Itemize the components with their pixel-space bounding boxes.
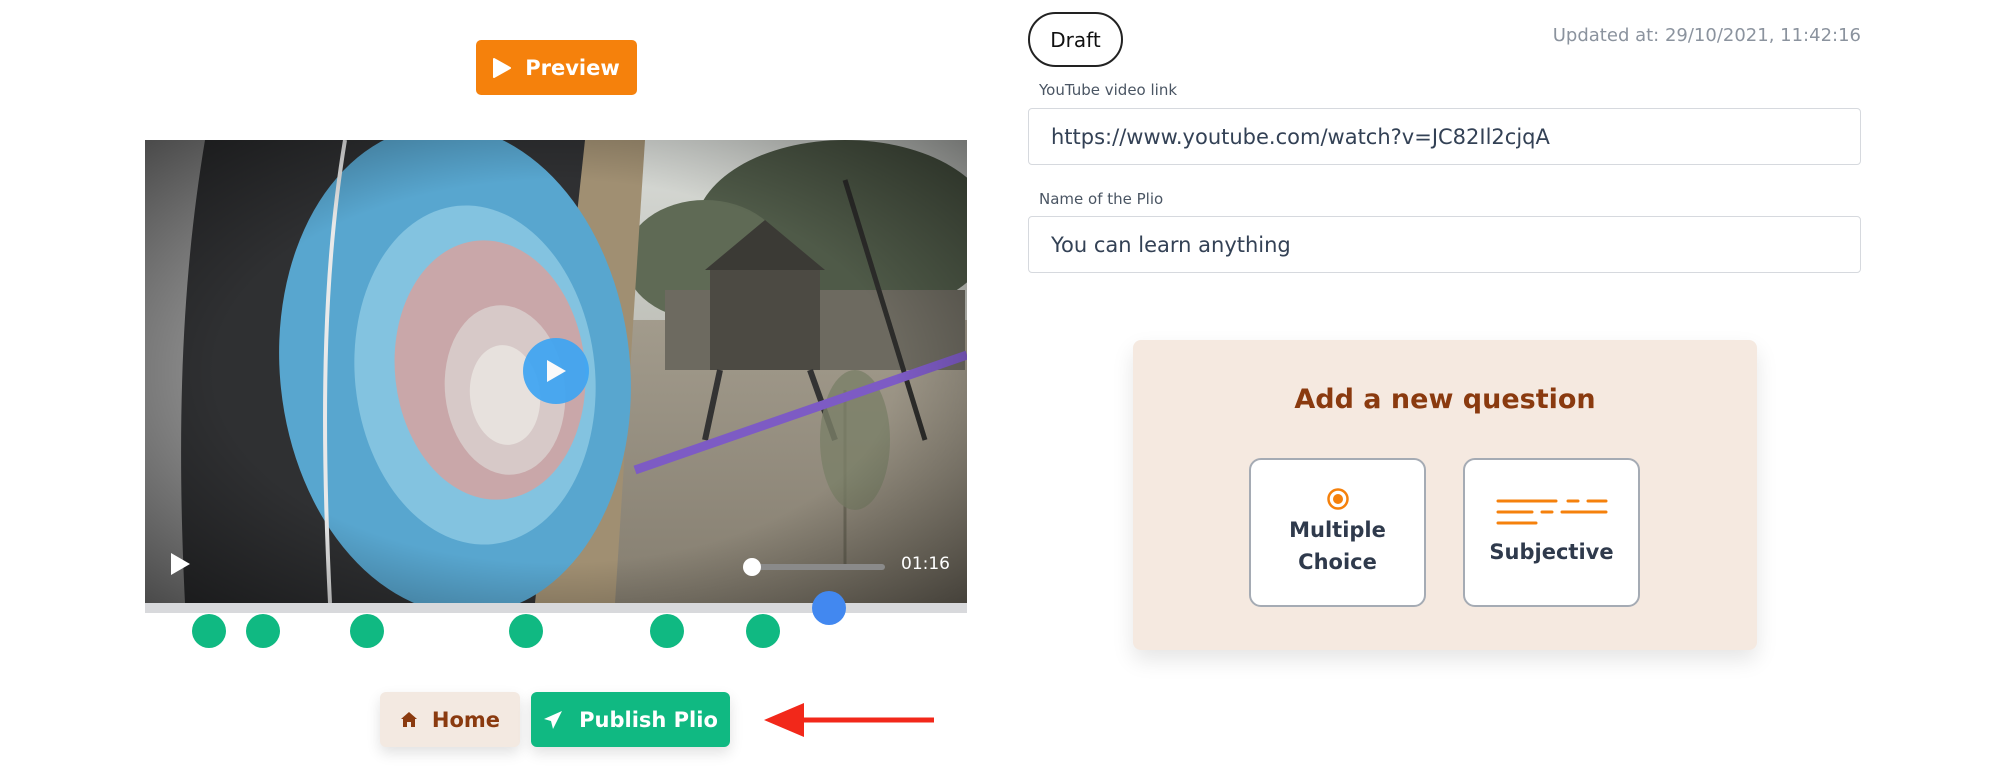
home-icon [400,712,417,727]
home-label: Home [431,707,501,732]
multiple-choice-button[interactable]: Multiple Choice [1249,458,1426,607]
seek-knob[interactable] [743,558,761,576]
plio-name-value: You can learn anything [1051,232,1291,257]
subjective-label: Subjective [1489,539,1614,564]
video-link-input[interactable]: https://www.youtube.com/watch?v=JC82Il2c… [1028,108,1861,165]
play-icon [493,57,512,78]
draft-label: Draft [1050,27,1101,52]
seek-bar[interactable] [754,564,885,570]
timeline-playhead[interactable] [812,591,846,625]
home-button[interactable]: Home [380,692,520,747]
question-marker[interactable] [746,614,780,648]
plio-name-label: Name of the Plio [1039,190,1164,208]
add-question-title: Add a new question [1294,384,1596,415]
play-icon [547,360,566,382]
question-marker[interactable] [192,614,226,648]
video-link-label: YouTube video link [1039,81,1178,99]
publish-button[interactable]: Publish Plio [531,692,730,747]
question-marker[interactable] [350,614,384,648]
updated-timestamp: Updated at: 29/10/2021, 11:42:16 [1552,25,1861,46]
play-icon[interactable] [169,552,191,576]
publish-label: Publish Plio [579,707,718,732]
big-play-button[interactable] [523,338,589,404]
multiple-choice-label-line2: Choice [1298,549,1377,574]
question-marker[interactable] [246,614,280,648]
send-icon [544,710,563,729]
video-player[interactable]: 01:16 [145,140,967,603]
subjective-button[interactable]: Subjective [1463,458,1640,607]
text-lines-icon [1496,499,1607,525]
multiple-choice-label-line1: Multiple [1289,518,1386,542]
annotation-arrow [764,703,934,737]
radio-icon [1326,488,1349,510]
video-link-value: https://www.youtube.com/watch?v=JC82Il2c… [1051,124,1550,149]
add-question-panel: Add a new question Multiple Choice Subje… [1133,340,1757,650]
question-marker[interactable] [509,614,543,648]
player-time: 01:16 [901,554,950,574]
preview-label: Preview [525,55,620,80]
status-badge: Draft [1028,12,1123,67]
question-marker[interactable] [650,614,684,648]
preview-button[interactable]: Preview [476,40,637,95]
plio-name-input[interactable]: You can learn anything [1028,216,1861,273]
